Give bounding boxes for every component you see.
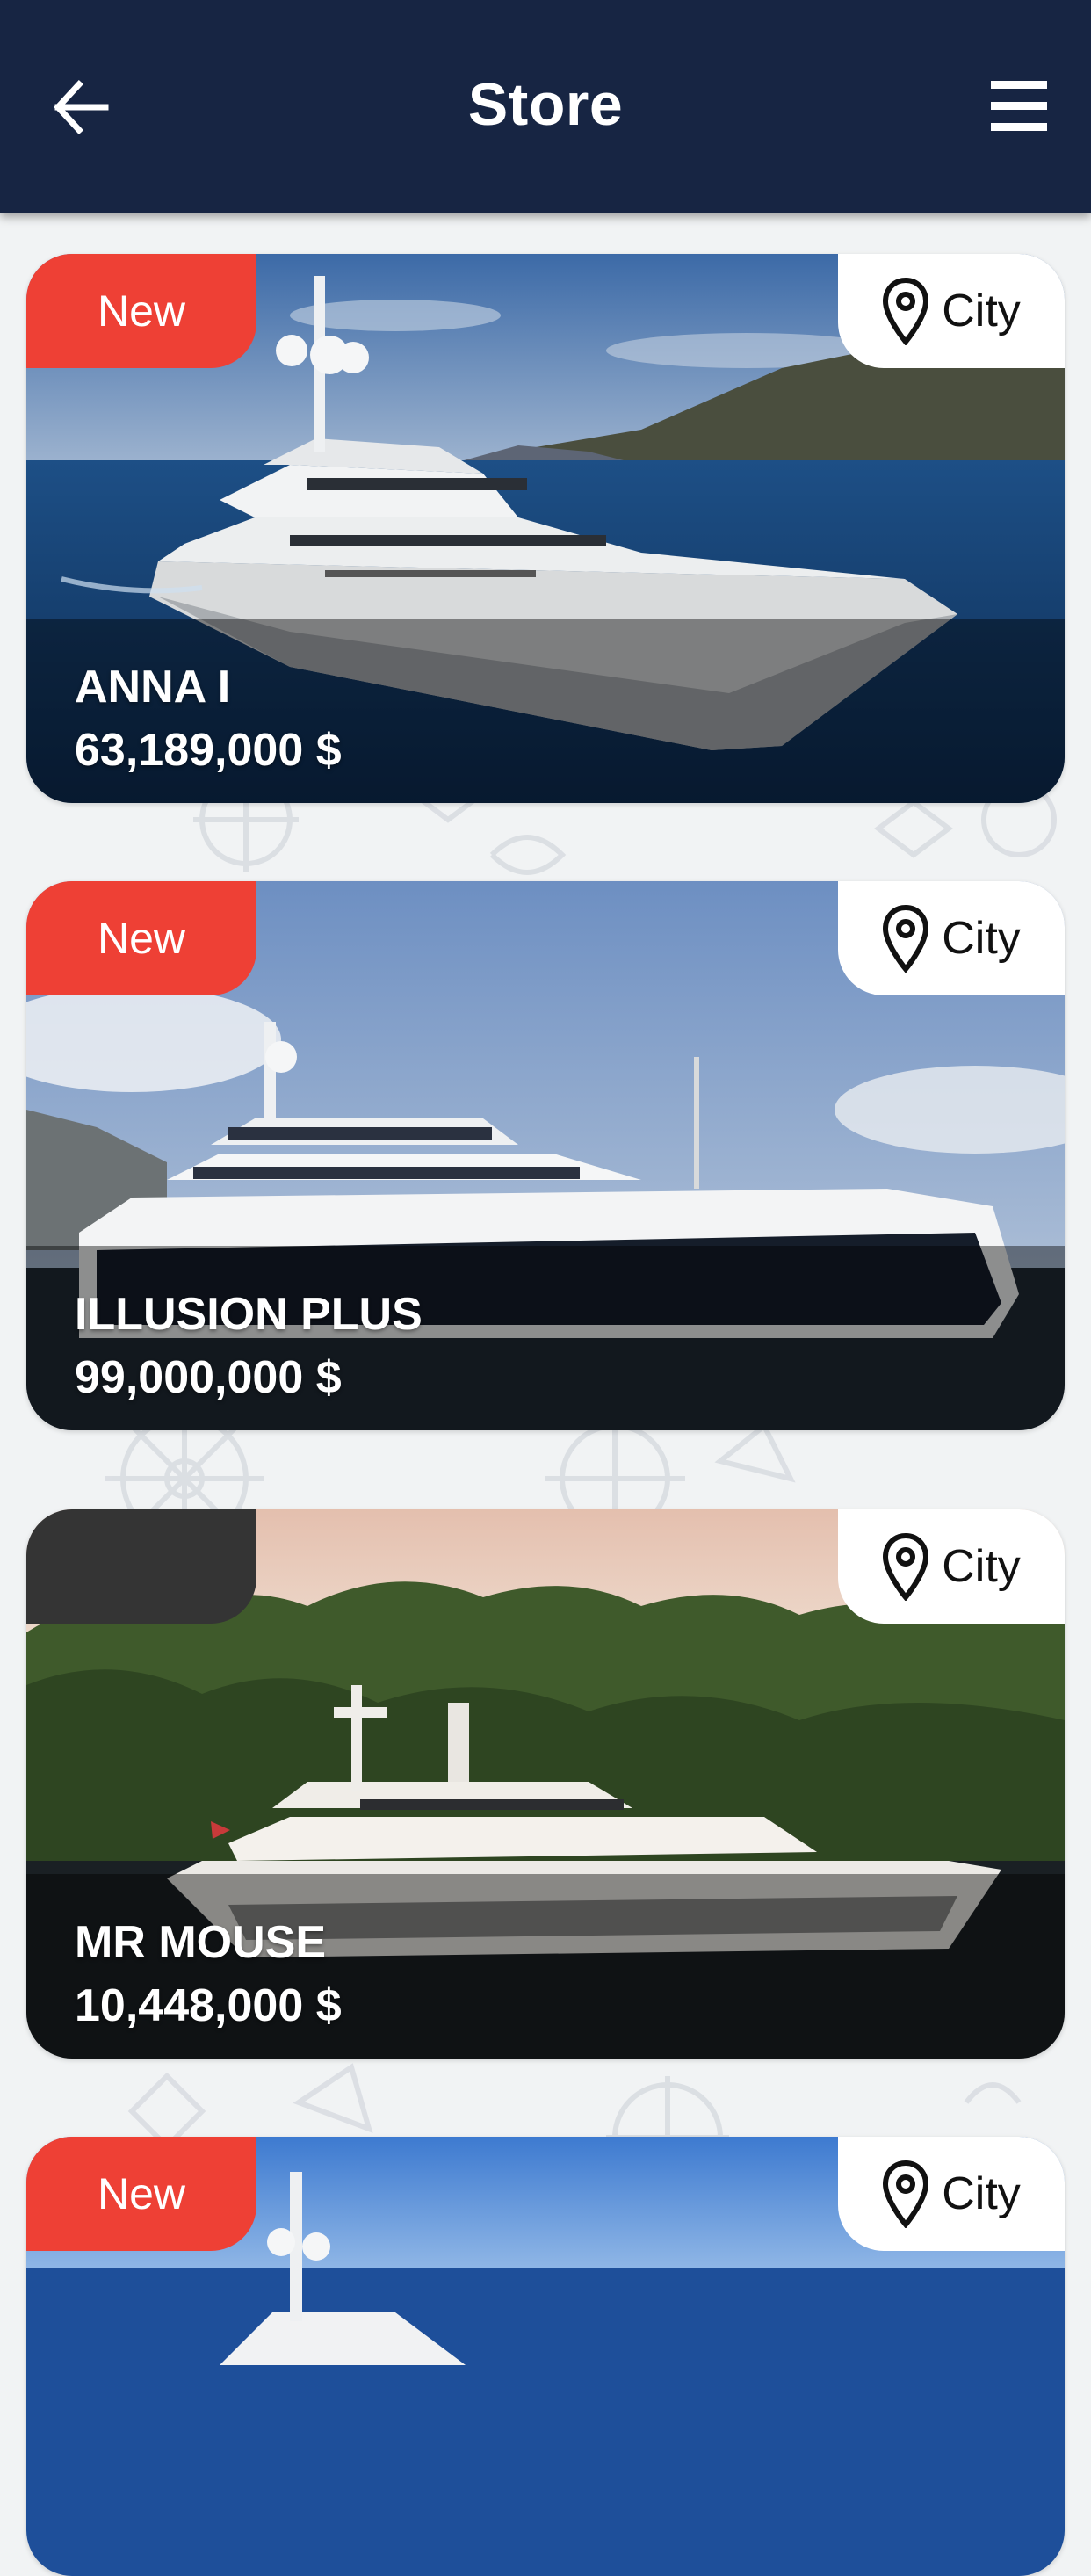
map-pin-icon: [883, 277, 929, 345]
yacht-price: 99,000,000 $: [75, 1352, 342, 1403]
location-label: City: [942, 913, 1021, 964]
location-tag: City: [838, 2137, 1065, 2251]
location-tag: City: [838, 254, 1065, 368]
badge: [26, 1509, 256, 1624]
location-tag: City: [838, 881, 1065, 995]
location-label: City: [942, 1541, 1021, 1592]
location-label: City: [942, 286, 1021, 336]
new-badge: New: [26, 254, 256, 368]
listing-card[interactable]: New City: [26, 2137, 1065, 2576]
listing-card[interactable]: New City ANNA I 63,189,000 $: [26, 254, 1065, 803]
location-tag: City: [838, 1509, 1065, 1624]
listing-card[interactable]: New City ILLUSION PLUS 99,000,000 $: [26, 881, 1065, 1430]
map-pin-icon: [883, 2160, 929, 2228]
hamburger-menu-icon: [991, 81, 1047, 131]
new-badge: New: [26, 881, 256, 995]
map-pin-icon: [883, 1532, 929, 1601]
yacht-price: 10,448,000 $: [75, 1980, 342, 2031]
menu-button[interactable]: [986, 77, 1052, 135]
app-header: Store: [0, 0, 1091, 213]
page-title: Store: [467, 71, 624, 138]
yacht-name: ANNA I: [75, 662, 231, 713]
yacht-name: MR MOUSE: [75, 1917, 326, 1968]
location-label: City: [942, 2168, 1021, 2219]
new-badge: New: [26, 2137, 256, 2251]
yacht-price: 63,189,000 $: [75, 725, 342, 776]
listing-card[interactable]: City MR MOUSE 10,448,000 $: [26, 1509, 1065, 2059]
listing-list: New City ANNA I 63,189,000 $ New City IL…: [0, 0, 1091, 2576]
yacht-name: ILLUSION PLUS: [75, 1289, 423, 1340]
map-pin-icon: [883, 904, 929, 973]
